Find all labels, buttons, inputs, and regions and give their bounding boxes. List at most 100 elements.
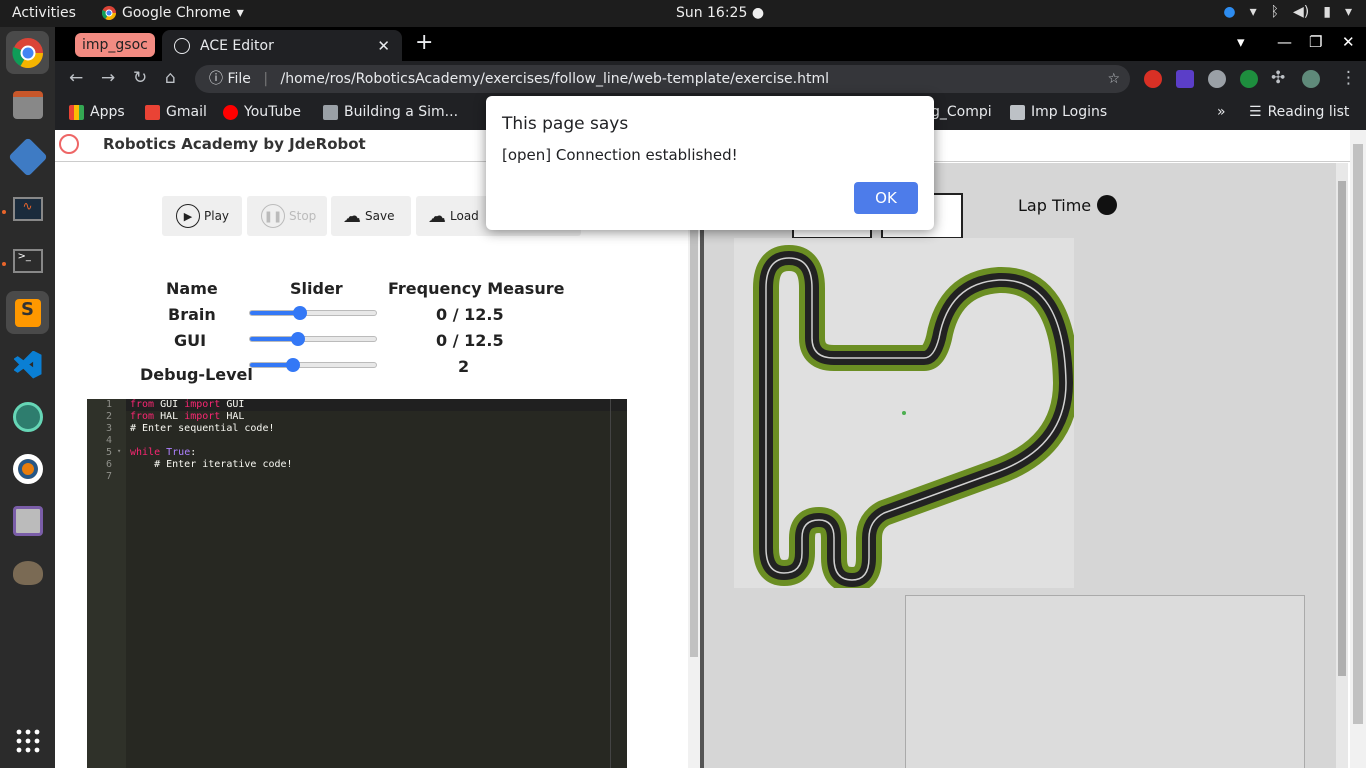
blender-icon[interactable] [6,447,49,490]
activities-button[interactable]: Activities [12,5,76,21]
bookmark-building[interactable]: Building a Sim... [323,104,458,120]
bookmark-folder-imp-logins[interactable]: Imp Logins [1010,104,1107,120]
tab-group-label[interactable]: imp_gsoc [75,33,155,57]
tab-search-icon[interactable]: ▾ [1237,33,1245,51]
address-bar[interactable]: ⓘ File | /home/ros/RoboticsAcademy/exerc… [195,65,1130,93]
row-brain-name: Brain [168,305,216,324]
bluetooth-app-icon[interactable]: ● [1223,4,1235,20]
globe-icon [174,37,190,54]
profile-avatar[interactable] [1302,70,1320,88]
maximize-button[interactable]: ❐ [1309,33,1322,51]
bookmark-apps[interactable]: Apps [69,104,125,120]
bookmark-gmail[interactable]: Gmail [145,104,207,120]
extension-check-icon[interactable] [1240,70,1258,88]
battery-icon[interactable]: ▮ [1323,4,1331,20]
site-brand[interactable]: Robotics Academy by JdeRobot [103,135,366,153]
home-icon[interactable]: ⌂ [165,68,176,88]
chrome-icon[interactable] [6,31,49,74]
scroll-thumb[interactable] [690,227,698,657]
extensions-puzzle-icon[interactable]: ✣ [1271,68,1285,88]
app-grid-icon[interactable] [6,719,49,762]
extension-cloud-icon[interactable] [1208,70,1226,88]
app-name: Google Chrome [122,5,231,21]
stop-label: Stop [289,209,317,223]
bookmark-compi[interactable]: g_Compi [931,104,992,120]
volume-icon[interactable]: ◀) [1293,4,1309,20]
files-icon[interactable] [6,83,49,126]
line-number: 1 [105,399,112,410]
slider-knob[interactable] [285,358,300,372]
line-number: 3 [105,423,112,434]
right-scrollbar[interactable] [1336,163,1348,768]
tab-close-icon[interactable]: ✕ [377,37,390,55]
forward-icon[interactable]: → [101,68,115,88]
terminal-icon[interactable]: >_ [6,239,49,282]
line-number: 7 [105,471,112,482]
camera-view [905,595,1305,768]
clock[interactable]: Sun 16:25 ● [660,5,780,21]
bookmark-label: g_Compi [931,104,992,120]
apps-grid-icon [69,104,84,120]
slider-knob[interactable] [290,332,305,346]
virtualbox-icon[interactable] [6,135,49,178]
code-line: while True: [130,447,197,458]
save-button[interactable]: ☁ Save [331,196,411,236]
extension-adblock-icon[interactable] [1144,70,1162,88]
left-scrollbar[interactable] [688,163,700,768]
sublime-icon[interactable]: S [6,291,49,334]
minimize-button[interactable]: — [1277,33,1292,51]
info-icon[interactable]: ⓘ [209,71,223,87]
reading-list-icon: ☰ [1249,104,1262,120]
document-icon [323,104,338,120]
bookmark-youtube[interactable]: YouTube [223,104,301,120]
vscode-icon[interactable] [6,343,49,386]
power-menu-icon[interactable]: ▾ [1345,4,1352,20]
play-icon: ▶ [176,204,200,228]
reading-list-label: Reading list [1267,104,1350,120]
bluetooth-icon[interactable]: ᛒ [1271,4,1279,20]
page-scrollbar[interactable] [1350,130,1366,768]
bookmark-label: Gmail [166,104,207,120]
tab-title: ACE Editor [200,37,274,54]
atom-icon[interactable] [6,395,49,438]
system-tray[interactable]: ● ▾ ᛒ ◀) ▮ ▾ [1223,4,1352,20]
menu-kebab-icon[interactable]: ⋮ [1340,68,1357,88]
code-editor[interactable]: 1 2 3 4 5 ▾ 6 7 from GUI import GUI from… [87,399,627,768]
lap-time: Lap Time [1018,195,1118,215]
folder-icon [1010,104,1025,120]
bookmark-label: Imp Logins [1031,104,1108,120]
system-monitor-icon[interactable]: ∿ [6,187,49,230]
header-name: Name [166,279,218,298]
stop-button[interactable]: ❚❚ Stop [247,196,327,236]
gui-frequency-slider[interactable] [249,332,377,346]
tab-ace-editor[interactable]: ACE Editor ✕ [162,30,402,61]
close-window-button[interactable]: ✕ [1342,33,1355,51]
right-pane: Lap Time [704,163,1336,768]
race-track [753,245,1079,593]
bookmark-star-icon[interactable]: ☆ [1107,65,1120,93]
slider-knob[interactable] [293,306,308,320]
reading-list[interactable]: ☰ Reading list [1249,104,1349,120]
cheese-icon[interactable] [6,499,49,542]
ok-button[interactable]: OK [854,182,918,214]
debug-level-slider[interactable] [249,358,377,372]
brain-frequency-slider[interactable] [249,306,377,320]
scroll-thumb[interactable] [1338,181,1346,676]
gimp-icon[interactable] [6,551,49,594]
back-icon[interactable]: ← [69,68,83,88]
fold-arrow-icon[interactable]: ▾ [117,447,121,455]
editor-gutter: 1 2 3 4 5 ▾ 6 7 [87,399,126,768]
bookmarks-overflow[interactable]: » [1217,104,1226,120]
chevron-down-icon: ▾ [236,5,244,21]
app-menu[interactable]: Google Chrome ▾ [102,5,244,21]
play-button[interactable]: ▶ Play [162,196,242,236]
extension-purple-icon[interactable] [1176,70,1194,88]
pause-icon: ❚❚ [261,204,285,228]
reload-icon[interactable]: ↻ [133,68,147,88]
code-line: # Enter sequential code! [130,423,275,434]
scroll-thumb[interactable] [1353,144,1363,724]
code-line: # Enter iterative code! [130,459,293,470]
wifi-icon[interactable]: ▾ [1250,4,1257,20]
youtube-icon [223,104,238,120]
new-tab-button[interactable]: + [415,30,433,55]
